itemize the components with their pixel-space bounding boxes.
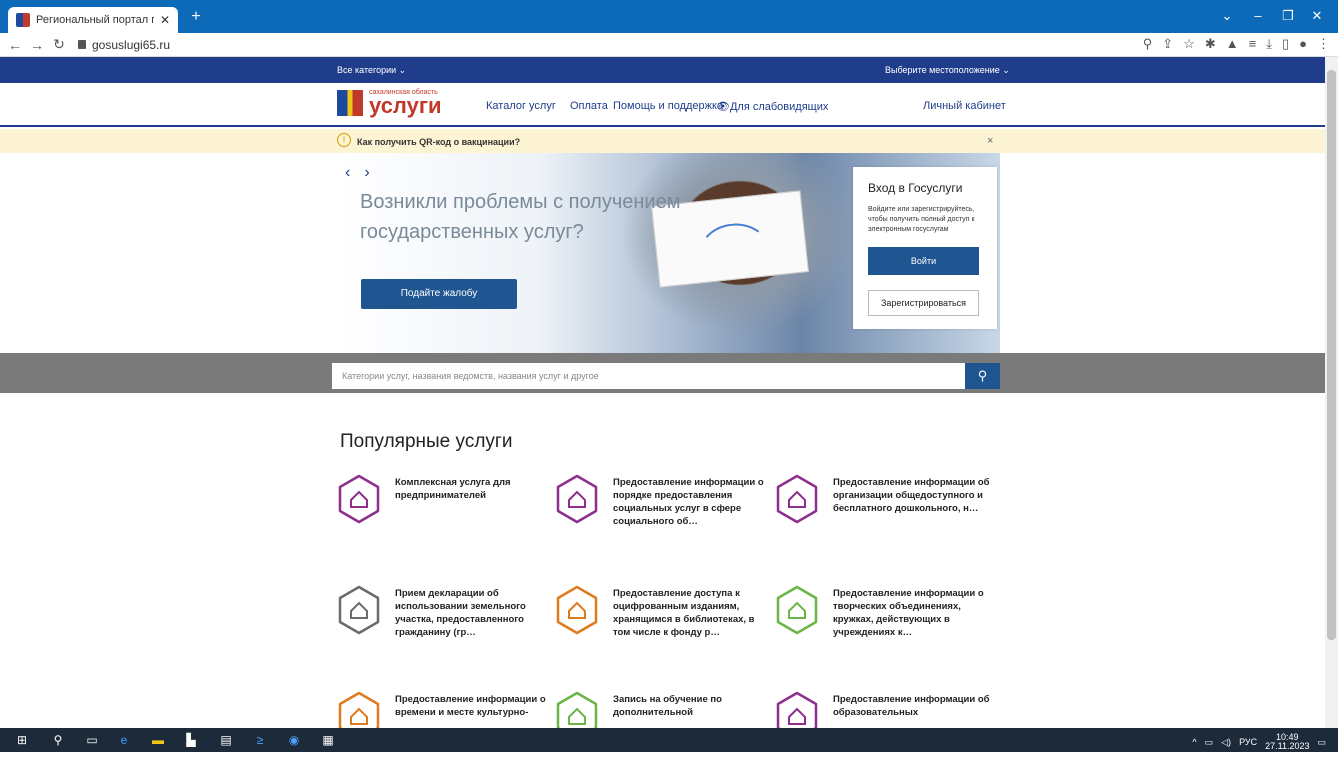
carousel-arrows: ‹ › [345,164,370,182]
board-icon [776,474,818,524]
menu-help[interactable]: Помощь и поддержка [613,100,723,112]
hero-title: Возникли проблемы с получением государст… [360,191,681,243]
chevron-down-icon: ⌄ [1002,65,1010,75]
service-label: Предоставление информации об образовател… [833,694,990,718]
alert-icon: ! [337,133,351,147]
service-item[interactable]: Предоставление информации об организации… [775,474,990,564]
carousel-prev-icon[interactable]: ‹ [345,164,350,182]
service-label: Комплексная услуга для предпринимателей [395,477,511,501]
minimize-button[interactable]: – [1243,8,1273,23]
menu-catalog[interactable]: Каталог услуг [486,100,556,112]
tab-title: Региональный портал государс [36,14,154,26]
service-label: Предоставление информации о творческих о… [833,588,984,638]
profile-icon[interactable]: ● [1299,36,1307,52]
maximize-button[interactable]: ❐ [1273,8,1303,24]
alert-link[interactable]: Как получить QR-код о вакцинации? [357,137,520,147]
service-label: Запись на обучение по дополнительной [613,694,722,718]
forward-icon[interactable]: → [26,37,48,53]
region-emblem-icon [337,89,363,116]
site-header: сахалинская область услуги Каталог услуг… [0,83,1325,127]
carousel-next-icon[interactable]: › [364,164,369,182]
service-label: Предоставление доступа к оцифрованным из… [613,588,755,638]
search-icon: ⚲ [977,368,988,383]
service-label: Прием декларации об использовании земель… [395,588,526,638]
location-dropdown[interactable]: Выберите местоположение ⌄ [885,65,1010,76]
service-item[interactable]: Предоставление информации о творческих о… [775,585,990,675]
login-button[interactable]: Войти [868,247,979,275]
login-description: Войдите или зарегистрируйтесь, чтобы пол… [868,206,975,233]
alert-banner: ! Как получить QR-код о вакцинации? × [0,129,1325,153]
back-icon[interactable]: ← [4,37,26,53]
search-input[interactable]: Категории услуг, названия ведомств, назв… [332,363,965,389]
lock-icon [78,40,86,49]
chevron-down-icon: ⌄ [398,65,407,75]
document-app-icon[interactable]: ▦ [320,732,336,748]
service-item[interactable]: Комплексная услуга для предпринимателей [337,474,552,564]
extensions-icon[interactable]: ✱ [1205,36,1216,52]
app-icon[interactable]: ▙ [183,732,199,748]
address-bar: ← → ↻ gosuslugi65.ru [0,33,1338,57]
notifications-icon[interactable]: ▭ [1317,737,1326,748]
menu-accessibility[interactable]: 👁Для слабовидящих [716,100,828,113]
reading-list-icon[interactable]: ≡ [1249,36,1257,52]
share-icon[interactable]: ⇪ [1162,36,1173,52]
bookmark-star-icon[interactable]: ☆ [1183,36,1195,52]
system-tray: ^ ▭ ◁) РУС 10:49 27.11.2023 ▭ [1192,733,1326,751]
map-pin-icon [776,585,818,635]
clock[interactable]: 10:49 27.11.2023 [1265,733,1309,751]
extension-icon[interactable]: ▲ [1226,36,1239,52]
search-button[interactable]: ⚲ [965,363,1000,389]
menu-dots-icon[interactable]: ⋮ [1317,36,1330,52]
top-nav: Все категории ⌄ Выберите местоположение … [0,57,1325,83]
side-panel-icon[interactable]: ▯ [1282,36,1289,52]
task-view-icon[interactable]: ▭ [84,732,100,748]
zoom-icon[interactable]: ⚲ [1143,36,1153,52]
browser-toolbar: ⚲ ⇪ ☆ ✱ ▲ ≡ ⤓ ▯ ● ⋮ [1143,36,1330,52]
search-icon[interactable]: ⚲ [50,732,66,748]
personal-account-link[interactable]: Личный кабинет [923,100,1006,112]
file-explorer-icon[interactable]: ▬ [150,732,166,748]
tab-close-icon[interactable]: ✕ [160,13,170,27]
complain-button[interactable]: Подайте жалобу [361,279,517,309]
service-item[interactable]: Предоставление доступа к оцифрованным из… [555,585,770,675]
document-ruble-icon [556,474,598,524]
downloads-icon[interactable]: ⤓ [1266,36,1272,52]
service-item[interactable]: Предоставление информации о порядке пред… [555,474,770,564]
map-pin-icon [556,585,598,635]
close-window-button[interactable]: ✕ [1302,8,1332,24]
menu-payment[interactable]: Оплата [570,100,608,112]
reload-icon[interactable]: ↻ [48,36,70,53]
browser-tab[interactable]: Региональный портал государс ✕ [8,7,178,33]
volume-icon[interactable]: ◁) [1221,737,1231,748]
login-heading: Вход в Госуслуги [868,181,963,195]
register-button[interactable]: Зарегистрироваться [868,290,979,316]
service-label: Предоставление информации о времени и ме… [395,694,546,718]
house-check-icon [338,585,380,635]
service-item[interactable]: Прием декларации об использовании земель… [337,585,552,675]
scrollbar-thumb[interactable] [1327,70,1336,640]
login-panel: Вход в Госуслуги Войдите или зарегистрир… [853,167,997,329]
edge-icon[interactable]: e [116,732,132,748]
network-icon[interactable]: ▭ [1205,737,1214,748]
service-label: Предоставление информации об организации… [833,477,990,514]
powershell-icon[interactable]: ≥ [252,732,268,748]
site-logo[interactable]: сахалинская область услуги [337,89,442,118]
popular-services-title: Популярные услуги [340,431,513,452]
browser-app-icon[interactable]: ◉ [286,732,302,748]
windows-start-icon[interactable]: ⊞ [14,732,30,748]
site-favicon-icon [16,13,30,27]
url-field[interactable]: gosuslugi65.ru [78,38,170,52]
categories-dropdown[interactable]: Все категории ⌄ [337,65,406,76]
tab-search-icon[interactable]: ⌄ [1212,8,1242,24]
eye-icon: 👁 [716,101,730,113]
app-icon[interactable]: ▤ [218,732,234,748]
service-label: Предоставление информации о порядке пред… [613,477,764,527]
new-tab-button[interactable]: + [186,8,206,28]
house-check-icon [338,474,380,524]
alert-close-icon[interactable]: × [987,135,993,147]
windows-taskbar: ⊞ ⚲ ▭ e ▬ ▙ ▤ ≥ ◉ ▦ ^ ▭ ◁) РУС 10:49 27.1… [0,728,1338,752]
tray-arrow-icon[interactable]: ^ [1192,737,1196,747]
logo-name: услуги [369,93,442,118]
language-indicator[interactable]: РУС [1239,737,1257,747]
